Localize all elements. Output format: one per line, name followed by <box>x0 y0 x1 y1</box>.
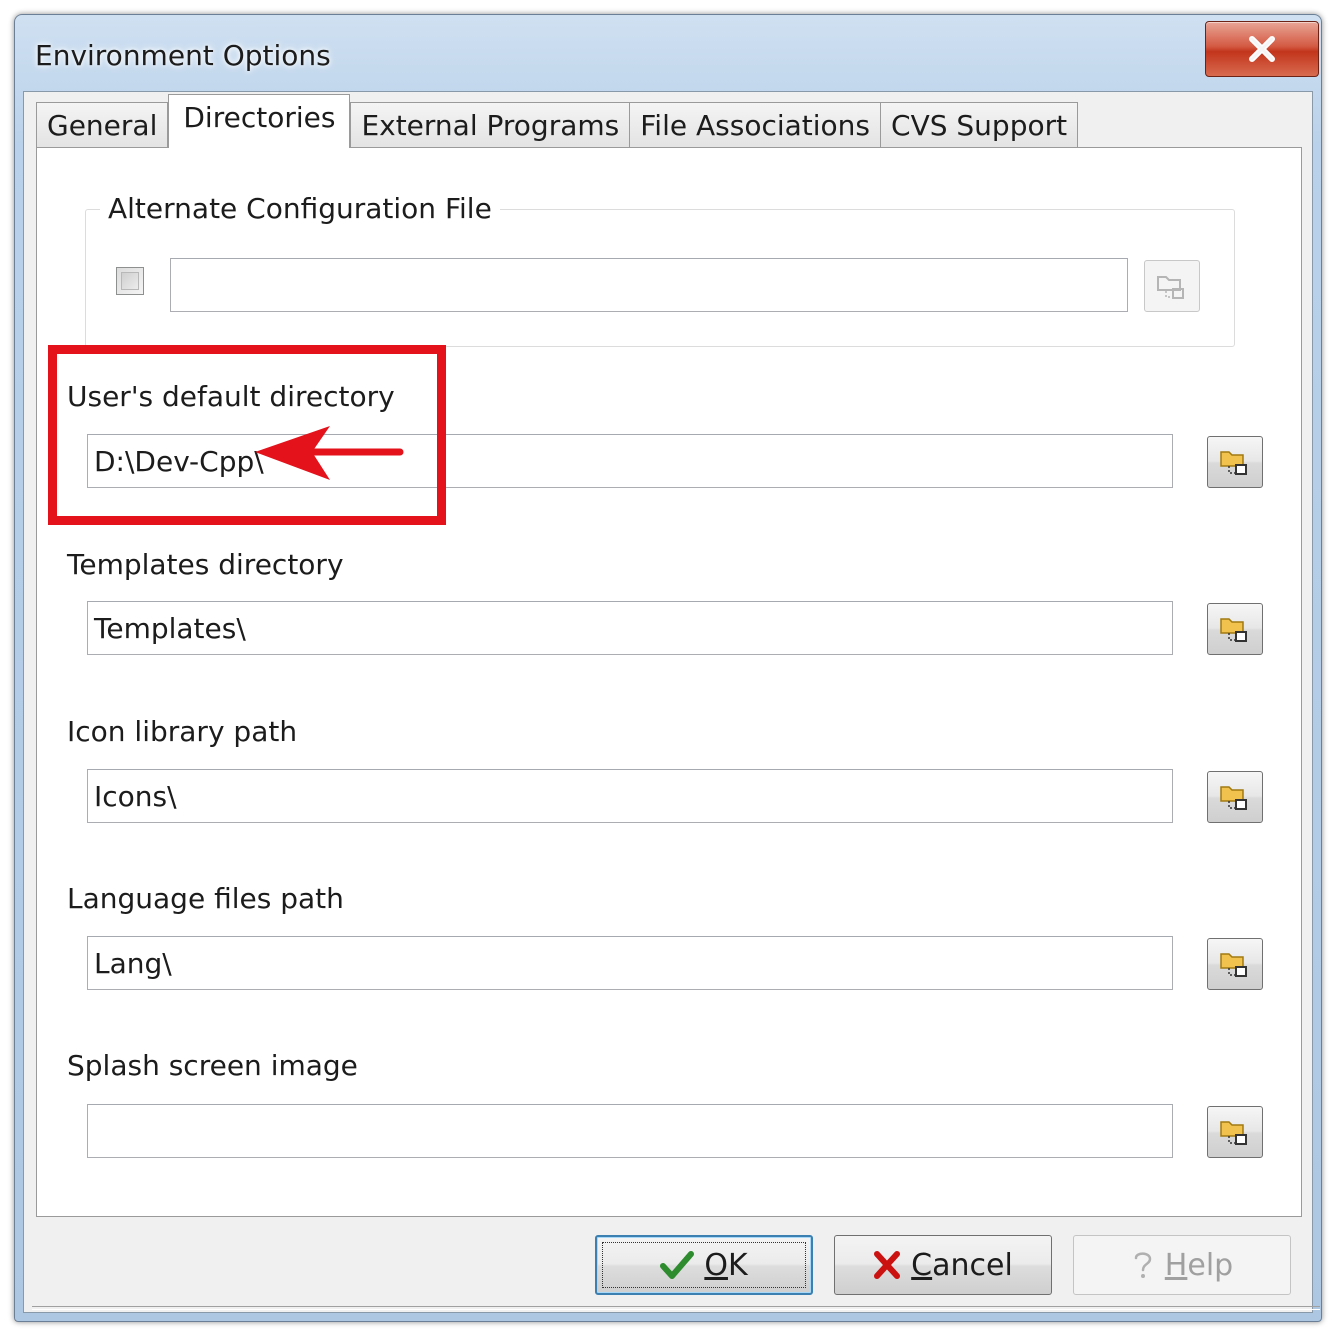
splash-image-browse-button[interactable] <box>1207 1106 1263 1158</box>
folder-browse-icon <box>1220 1121 1247 1145</box>
help-label: Help <box>1164 1247 1234 1283</box>
alternate-config-input[interactable] <box>170 258 1128 312</box>
templates-dir-input[interactable]: Templates\ <box>87 601 1173 655</box>
alternate-config-group: Alternate Configuration File <box>85 192 1235 347</box>
icon-library-label: Icon library path <box>67 715 298 748</box>
user-default-dir-label: User's default directory <box>67 380 395 413</box>
templates-dir-label: Templates directory <box>67 548 344 581</box>
tab-cvs-support[interactable]: CVS Support <box>880 102 1079 148</box>
language-files-label: Language files path <box>67 882 344 915</box>
templates-dir-browse-button[interactable] <box>1207 603 1263 655</box>
close-icon <box>1249 36 1275 62</box>
splash-image-input[interactable] <box>87 1104 1173 1158</box>
language-files-browse-button[interactable] <box>1207 938 1263 990</box>
cancel-button[interactable]: Cancel <box>834 1235 1052 1295</box>
dialog-client-area: General Directories External Programs Fi… <box>23 91 1320 1313</box>
icon-library-input[interactable]: Icons\ <box>87 769 1173 823</box>
tab-file-associations[interactable]: File Associations <box>629 102 882 148</box>
language-files-input[interactable]: Lang\ <box>87 936 1173 990</box>
alternate-config-checkbox[interactable] <box>116 267 144 295</box>
tab-strip: General Directories External Programs Fi… <box>36 94 1079 148</box>
user-default-dir-browse-button[interactable] <box>1207 436 1263 488</box>
folder-browse-icon <box>1157 276 1184 299</box>
tab-external-programs[interactable]: External Programs <box>350 102 631 148</box>
icon-library-browse-button[interactable] <box>1207 771 1263 823</box>
user-default-dir-input[interactable]: D:\Dev-Cpp\ <box>87 434 1173 488</box>
help-button[interactable]: Help <box>1073 1235 1291 1295</box>
question-mark-icon <box>1134 1252 1152 1278</box>
close-button[interactable] <box>1205 21 1319 77</box>
title-bar[interactable]: Environment Options <box>15 15 1321 95</box>
folder-browse-icon <box>1220 618 1247 642</box>
folder-browse-icon <box>1220 786 1247 810</box>
cancel-label: Cancel <box>911 1247 1013 1283</box>
directories-panel: Alternate Configuration File User's defa… <box>36 147 1302 1217</box>
folder-browse-icon <box>1220 451 1247 475</box>
folder-browse-icon <box>1220 953 1247 977</box>
alternate-config-browse-button[interactable] <box>1144 260 1200 312</box>
ok-button[interactable]: OK <box>595 1235 813 1295</box>
environment-options-dialog: Environment Options General Directories … <box>14 14 1322 1322</box>
splash-image-label: Splash screen image <box>67 1049 358 1082</box>
window-title: Environment Options <box>35 39 331 72</box>
tab-general[interactable]: General <box>36 102 169 148</box>
button-bar-divider <box>32 1306 1320 1310</box>
tab-directories[interactable]: Directories <box>168 94 351 148</box>
red-x-icon <box>874 1251 901 1279</box>
focus-ring <box>602 1242 806 1288</box>
alternate-config-label: Alternate Configuration File <box>100 192 500 225</box>
